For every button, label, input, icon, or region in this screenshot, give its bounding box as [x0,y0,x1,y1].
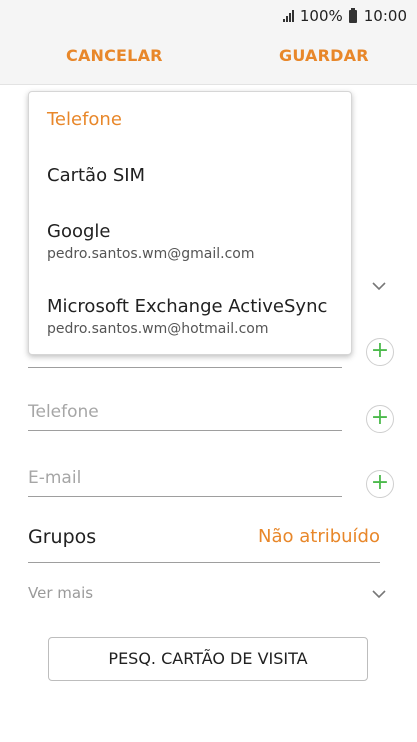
chevron-down-icon[interactable] [372,587,386,601]
popup-item-exchange[interactable]: Microsoft Exchange ActiveSync pedro.sant… [47,296,327,337]
cancel-button[interactable]: CANCELAR [66,46,163,65]
signal-icon [282,10,294,22]
more-link[interactable]: Ver mais [28,584,93,602]
battery-percent: 100% [299,7,343,25]
groups-row[interactable]: Grupos Não atribuído [28,518,380,563]
chevron-down-icon[interactable] [372,279,386,293]
groups-label: Grupos [28,526,97,548]
popup-item-sim[interactable]: Cartão SIM [47,165,145,186]
phone-placeholder: Telefone [28,402,99,422]
add-phone-button[interactable]: + [366,405,394,433]
popup-item-title: Cartão SIM [47,165,146,186]
popup-item-google[interactable]: Google pedro.santos.wm@gmail.com [47,221,254,262]
email-field[interactable]: E-mail [28,458,342,497]
popup-item-title: Telefone [47,109,122,130]
add-email-button[interactable]: + [366,470,394,498]
account-picker-popup: Telefone Cartão SIM Google pedro.santos.… [28,91,352,355]
status-bar: 100% 10:00 [0,0,417,32]
battery-icon [348,7,357,23]
popup-item-subtitle: pedro.santos.wm@hotmail.com [47,321,269,337]
popup-item-title: Microsoft Exchange ActiveSync [47,296,328,317]
popup-item-subtitle: pedro.santos.wm@gmail.com [47,246,255,262]
save-button[interactable]: GUARDAR [279,46,369,65]
add-name-button[interactable]: + [366,338,394,366]
scan-business-card-button[interactable]: PESQ. CARTÃO DE VISITA [48,637,368,681]
action-bar: CANCELAR GUARDAR [0,32,417,85]
phone-field[interactable]: Telefone [28,392,342,431]
popup-item-title: Google [47,221,111,242]
clock: 10:00 [363,7,407,25]
groups-value[interactable]: Não atribuído [258,526,380,547]
email-placeholder: E-mail [28,468,82,488]
popup-item-phone[interactable]: Telefone [47,109,122,130]
